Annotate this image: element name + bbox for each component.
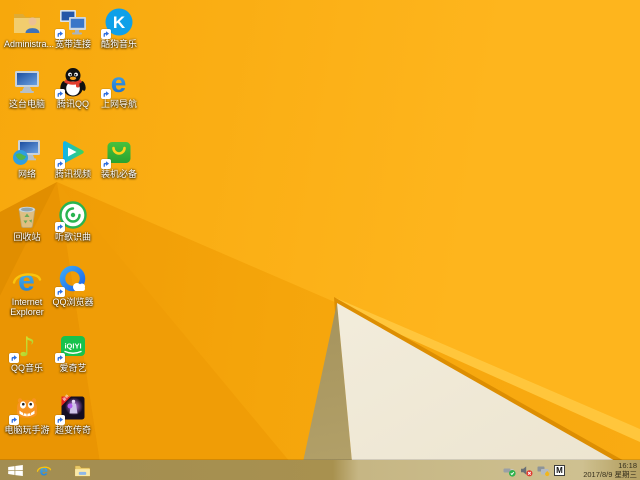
shortcut-arrow-icon	[55, 89, 65, 99]
desktop-icon-iqiyi[interactable]: iQIYI 爱奇艺	[50, 330, 96, 373]
tencent-video-play-icon	[55, 136, 89, 169]
desktop-icon-label: Administra...	[4, 39, 55, 49]
desktop-icon-label: 超变传奇	[54, 425, 91, 435]
desktop-icon-label: 装机必备	[100, 169, 137, 179]
desktop-icon-legend-game[interactable]: 最新 超变传奇	[50, 392, 96, 435]
shortcut-arrow-icon	[101, 159, 111, 169]
shortcut-arrow-icon	[55, 159, 65, 169]
volume-muted-icon[interactable]	[520, 464, 533, 477]
desktop-icon-qq[interactable]: 腾讯QQ	[50, 66, 96, 109]
svg-text:K: K	[113, 13, 126, 32]
music-note-icon: ♪	[9, 330, 43, 363]
desktop-icon-label: 这台电脑	[8, 99, 45, 109]
desktop-icon-label: 酷狗音乐	[100, 39, 137, 49]
desktop-icon-label: 回收站	[13, 232, 41, 242]
shortcut-arrow-icon	[55, 29, 65, 39]
clock-date: 2017/8/9 星期三	[583, 470, 637, 479]
user-folder-icon	[11, 6, 43, 38]
desktop-icon-network[interactable]: 网络	[4, 136, 50, 179]
kugou-music-icon: K	[101, 6, 135, 39]
desktop-icon-recycle-bin[interactable]: 回收站	[4, 199, 50, 242]
desktop-icon-label: 网络	[17, 169, 36, 179]
input-method-indicator[interactable]: M	[554, 464, 565, 476]
desktop-icon-administrator[interactable]: Administra...	[4, 6, 55, 49]
shortcut-arrow-icon	[101, 29, 111, 39]
shortcut-arrow-icon	[55, 415, 65, 425]
taskbar: e M 16:18 2017/8/9 星期三	[0, 460, 640, 480]
green-swirl-icon	[55, 199, 89, 232]
desktop-icon-internet-explorer[interactable]: e Internet Explorer	[4, 264, 50, 318]
network-status-icon[interactable]	[537, 464, 550, 477]
internet-explorer-icon: e	[36, 462, 52, 478]
desktop-icon-label: 爱奇艺	[59, 363, 87, 373]
desktop-icon-label: 听歌识曲	[54, 232, 91, 242]
qq-browser-icon	[55, 264, 89, 297]
network-globe-icon	[11, 136, 43, 168]
folder-icon	[74, 465, 90, 476]
desktop: Administra... 宽带连接 K 酷狗音乐 这台电脑 腾讯QQ e 上网…	[0, 0, 640, 480]
desktop-icon-this-pc[interactable]: 这台电脑	[4, 66, 50, 109]
desktop-icon-web-navigation[interactable]: e 上网导航	[96, 66, 142, 109]
recycle-bin-icon	[11, 199, 43, 231]
desktop-icon-broadband[interactable]: 宽带连接	[50, 6, 96, 49]
navigation-e-icon: e	[101, 66, 135, 99]
taskbar-file-explorer[interactable]	[70, 460, 94, 480]
svg-text:e: e	[40, 462, 48, 478]
legend-game-icon: 最新	[55, 392, 89, 425]
windows-logo-icon	[7, 464, 23, 476]
shortcut-arrow-icon	[55, 287, 65, 297]
system-tray: M 16:18 2017/8/9 星期三	[503, 460, 640, 480]
desktop-icon-essential-software[interactable]: 装机必备	[96, 136, 142, 179]
computer-icon	[11, 66, 43, 98]
desktop-icon-qq-music[interactable]: ♪ QQ音乐	[4, 330, 50, 373]
taskbar-clock[interactable]: 16:18 2017/8/9 星期三	[569, 461, 637, 480]
desktop-icon-label: QQ浏览器	[52, 297, 94, 307]
desktop-icon-label: 宽带连接	[54, 39, 91, 49]
taskbar-internet-explorer[interactable]: e	[32, 460, 56, 480]
desktop-icon-label: 上网导航	[100, 99, 137, 109]
orange-monster-icon	[9, 392, 43, 425]
desktop-icon-label: 腾讯QQ	[56, 99, 89, 109]
shortcut-arrow-icon	[55, 353, 65, 363]
svg-text:iQIYI: iQIYI	[64, 342, 81, 351]
svg-text:e: e	[18, 265, 35, 297]
iqiyi-icon: iQIYI	[55, 330, 89, 363]
usb-safely-remove-icon[interactable]	[503, 464, 516, 477]
desktop-icon-tencent-video[interactable]: 腾讯视频	[50, 136, 96, 179]
desktop-icon-label: Internet Explorer	[10, 297, 44, 318]
svg-text:♪: ♪	[18, 332, 35, 362]
desktop-icon-label: 电脑玩手游	[4, 425, 50, 435]
desktop-icon-mobile-games[interactable]: 电脑玩手游	[4, 392, 50, 435]
desktop-icon-label: QQ音乐	[10, 363, 43, 373]
svg-text:e: e	[111, 67, 127, 98]
internet-explorer-icon: e	[11, 264, 43, 296]
shortcut-arrow-icon	[9, 415, 19, 425]
desktop-icon-qq-browser[interactable]: QQ浏览器	[50, 264, 96, 307]
qq-penguin-icon	[55, 66, 89, 99]
start-button[interactable]	[3, 460, 27, 480]
desktop-icon-song-recognition[interactable]: 听歌识曲	[50, 199, 96, 242]
shortcut-arrow-icon	[55, 222, 65, 232]
clock-time: 16:18	[618, 460, 637, 470]
desktop-icon-kugou[interactable]: K 酷狗音乐	[96, 6, 142, 49]
shortcut-arrow-icon	[101, 89, 111, 99]
shortcut-arrow-icon	[9, 353, 19, 363]
broadband-connection-icon	[55, 6, 89, 39]
desktop-icon-label: 腾讯视频	[54, 169, 91, 179]
shopping-bag-icon	[101, 136, 135, 169]
